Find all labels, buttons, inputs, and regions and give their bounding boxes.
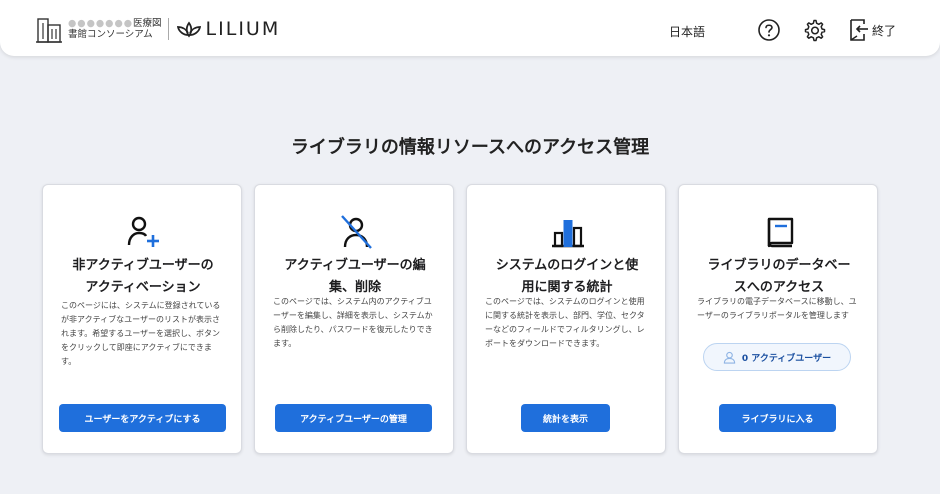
active-users-badge: 0 アクティブユーザー bbox=[703, 343, 851, 371]
consortium-bottom-text: 書館コンソーシアム bbox=[68, 29, 153, 40]
user-icon bbox=[723, 351, 736, 364]
card-statistics: システムのログインと使 用に関する統計 このページでは、システムのログインと使用… bbox=[466, 184, 666, 454]
user-slash-icon bbox=[341, 215, 372, 249]
card-title-line1: 非アクティブユーザーの bbox=[72, 258, 214, 273]
card-description: このページでは、システム内のアクティブユーザーを編集し、詳細を表示し、システムか… bbox=[273, 297, 433, 348]
lilium-logo bbox=[176, 21, 201, 38]
consortium-name: ●●●●●●●医療図 書館コンソーシアム bbox=[68, 18, 162, 40]
card-title: 非アクティブユーザーの アクティベーション bbox=[53, 255, 233, 299]
exit-icon bbox=[850, 19, 868, 41]
activate-users-button[interactable]: ユーザーをアクティブにする bbox=[59, 404, 226, 432]
bar-chart-icon bbox=[552, 220, 584, 248]
logo-area[interactable]: ●●●●●●●医療図 書館コンソーシアム LILIUM bbox=[36, 14, 280, 44]
active-users-count: 0 アクティブユーザー bbox=[741, 353, 832, 364]
page-title: ライブラリの情報リソースへのアクセス管理 bbox=[290, 137, 650, 158]
card-title-line2: アクティベーション bbox=[85, 280, 201, 295]
gear-icon[interactable] bbox=[802, 18, 826, 42]
card-title: ライブラリのデータベー スへのアクセス bbox=[689, 255, 869, 299]
card-library-access: ライブラリのデータベー スへのアクセス ライブラリの電子データベースに移動し、ユ… bbox=[678, 184, 878, 454]
card-title: アクティブユーザーの編 集、削除 bbox=[265, 255, 445, 299]
logo-divider bbox=[167, 18, 169, 40]
card-title-line1: システムのログインと使 bbox=[495, 258, 639, 273]
brand-name: LILIUM bbox=[205, 18, 281, 40]
card-title: システムのログインと使 用に関する統計 bbox=[477, 255, 657, 299]
book-icon bbox=[767, 217, 794, 248]
exit-label: 終了 bbox=[872, 23, 897, 38]
card-title-line1: アクティブユーザーの編 bbox=[284, 258, 426, 273]
card-manage-users: アクティブユーザーの編 集、削除 このページでは、システム内のアクティブユーザー… bbox=[254, 184, 454, 454]
top-header: ●●●●●●●医療図 書館コンソーシアム LILIUM 日本語 終了 bbox=[0, 0, 940, 56]
view-statistics-button[interactable]: 統計を表示 bbox=[521, 404, 610, 432]
card-description: このページには、システムに登録されているが非アクティブなユーザーのリストが表示さ… bbox=[61, 301, 221, 366]
card-description: ライブラリの電子データベースに移動し、ユーザーのライブラリポータルを管理します bbox=[697, 297, 857, 320]
card-title-line1: ライブラリのデータベー bbox=[707, 258, 851, 273]
enter-library-button[interactable]: ライブラリに入る bbox=[719, 404, 836, 432]
consortium-top-text: 医療図 bbox=[133, 18, 162, 29]
manage-users-button[interactable]: アクティブユーザーの管理 bbox=[275, 404, 432, 432]
exit-button[interactable]: 終了 bbox=[848, 18, 896, 42]
obscured-text: ●●●●●●● bbox=[68, 18, 134, 29]
help-icon[interactable] bbox=[757, 18, 781, 42]
user-plus-icon bbox=[127, 216, 159, 247]
card-activate-users: 非アクティブユーザーの アクティベーション このページには、システムに登録されて… bbox=[42, 184, 242, 454]
card-description: このページでは、システムのログインと使用に関する統計を表示し、部門、学位、セクタ… bbox=[485, 297, 645, 348]
building-icon bbox=[36, 18, 62, 43]
language-selector[interactable]: 日本語 bbox=[669, 23, 705, 40]
